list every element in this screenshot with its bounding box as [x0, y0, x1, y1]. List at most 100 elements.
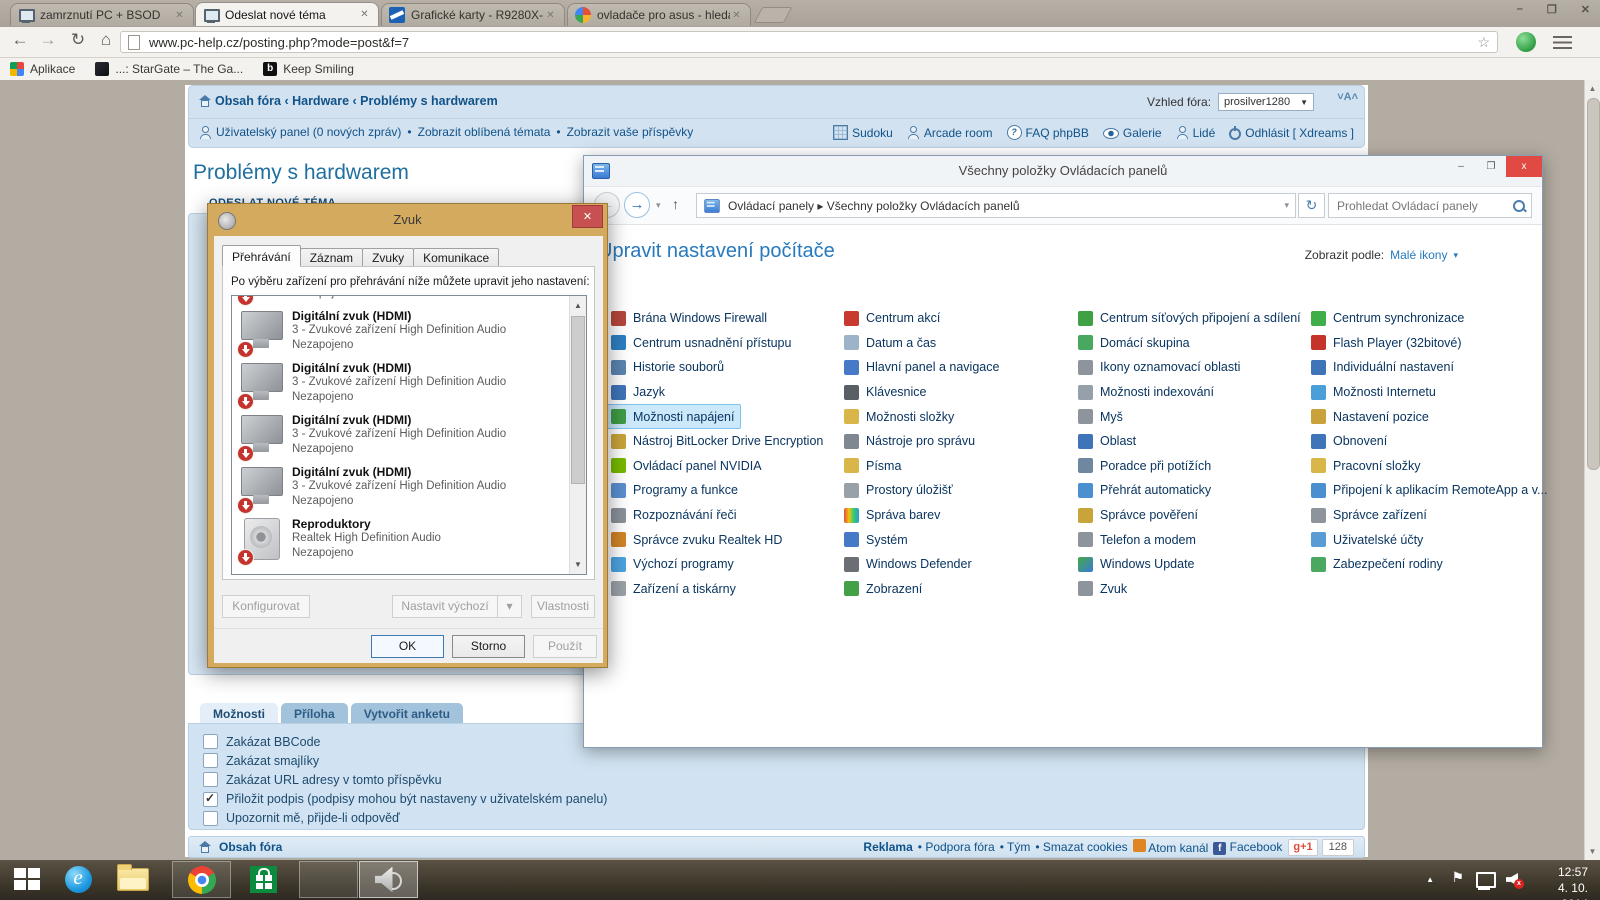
sound-dialog-tab[interactable]: Záznam: [300, 248, 363, 267]
control-panel-item[interactable]: Centrum synchronizace: [1304, 306, 1471, 331]
control-panel-item[interactable]: Brána Windows Firewall: [604, 306, 774, 331]
control-panel-item[interactable]: Klávesnice: [837, 380, 933, 405]
control-panel-item[interactable]: Zvuk: [1071, 577, 1134, 602]
control-panel-item[interactable]: Poradce při potížích: [1071, 454, 1218, 479]
control-panel-item[interactable]: Telefon a modem: [1071, 527, 1203, 552]
tab-close-icon[interactable]: [544, 10, 557, 21]
control-panel-item[interactable]: Ovládací panel NVIDIA: [604, 454, 769, 479]
control-panel-item[interactable]: Windows Update: [1071, 552, 1202, 577]
control-panel-item[interactable]: Jazyk: [604, 380, 672, 405]
tab-close-icon[interactable]: [730, 10, 743, 21]
forum-nav-link[interactable]: Lidé: [1176, 126, 1216, 140]
nav-up-button[interactable]: ↑: [672, 196, 679, 212]
google-plusone-button[interactable]: g+1: [1288, 839, 1317, 856]
scroll-down-icon[interactable]: ▼: [570, 560, 586, 569]
window-minimize-button[interactable]: –: [1446, 156, 1476, 177]
browser-tab[interactable]: ovladače pro asus - hledat: [567, 3, 751, 26]
control-panel-item[interactable]: Nástroje pro správu: [837, 429, 982, 454]
volume-muted-icon[interactable]: x: [1506, 871, 1524, 887]
browser-tab[interactable]: Grafické karty - R9280X-DC: [381, 3, 565, 26]
bookmark-item[interactable]: Aplikace: [10, 62, 75, 76]
taskbar-app-button[interactable]: [172, 861, 231, 898]
forum-nav-link[interactable]: Galerie: [1103, 126, 1162, 140]
control-panel-item[interactable]: Uživatelské účty: [1304, 527, 1430, 552]
tab-close-icon[interactable]: [358, 9, 371, 20]
forum-nav-link[interactable]: Odhlásit [ Xdreams ]: [1229, 126, 1354, 140]
control-panel-item[interactable]: Pracovní složky: [1304, 454, 1428, 479]
skin-select[interactable]: prosilver1280 ▼: [1218, 93, 1314, 111]
search-input[interactable]: [1335, 198, 1513, 214]
window-minimize-button[interactable]: –: [1517, 3, 1523, 15]
control-panel-item[interactable]: Možnosti Internetu: [1304, 380, 1443, 405]
tab-close-icon[interactable]: [173, 10, 186, 21]
taskbar-app-button[interactable]: [4, 861, 50, 898]
footer-link[interactable]: Smazat cookies: [1035, 840, 1127, 854]
taskbar-clock[interactable]: 12:57 4. 10. 2014: [1558, 864, 1588, 900]
control-panel-item[interactable]: Windows Defender: [837, 552, 979, 577]
reload-button[interactable]: ↻: [66, 30, 90, 50]
control-panel-item[interactable]: Zařízení a tiskárny: [604, 577, 743, 602]
playback-device-row[interactable]: Digitální zvuk (HDMI) 3 - Zvukové zaříze…: [232, 306, 569, 358]
scroll-up-icon[interactable]: ▲: [570, 301, 586, 310]
footer-home-link[interactable]: Obsah fóra: [219, 840, 282, 854]
footer-link[interactable]: Reklama: [863, 840, 912, 854]
chevron-down-icon[interactable]: ▾: [1284, 200, 1289, 211]
control-panel-search[interactable]: [1328, 193, 1532, 218]
control-panel-item[interactable]: Myš: [1071, 404, 1130, 429]
sound-dialog-tab[interactable]: Přehrávání: [222, 245, 301, 267]
posting-option-tab[interactable]: Možnosti: [200, 703, 278, 725]
bookmark-star-icon[interactable]: ☆: [1477, 34, 1490, 51]
sound-dialog-tab[interactable]: Zvuky: [362, 248, 414, 267]
forum-nav-link[interactable]: Zobrazit oblíbená témata: [401, 125, 550, 139]
properties-button[interactable]: Vlastnosti: [531, 595, 595, 618]
set-default-dropdown-button[interactable]: ▾: [497, 595, 522, 618]
configure-button[interactable]: Konfigurovat: [222, 595, 310, 618]
url-input[interactable]: [147, 34, 1477, 51]
window-close-button[interactable]: x: [1506, 156, 1542, 177]
playback-device-row[interactable]: Digitální zvuk (HDMI) 3 - Zvukové zaříze…: [232, 462, 569, 514]
control-panel-item[interactable]: Historie souborů: [604, 355, 731, 380]
apply-button[interactable]: Použít: [533, 635, 597, 658]
browser-menu-icon[interactable]: [1553, 36, 1572, 49]
footer-link[interactable]: Atom kanál: [1133, 839, 1209, 855]
window-close-button[interactable]: ✕: [1581, 3, 1590, 16]
window-maximize-button[interactable]: ❐: [1547, 3, 1557, 16]
playback-device-row[interactable]: Reproduktory Realtek High Definition Aud…: [232, 514, 569, 566]
checkbox[interactable]: [203, 811, 218, 826]
footer-link[interactable]: Facebook: [1213, 840, 1282, 855]
taskbar-app-button[interactable]: [56, 861, 100, 898]
nav-forward-button[interactable]: →: [624, 192, 650, 218]
posting-option-tab[interactable]: Vytvořit anketu: [351, 703, 463, 725]
control-panel-item[interactable]: Obnovení: [1304, 429, 1394, 454]
control-panel-item[interactable]: Programy a funkce: [604, 478, 745, 503]
refresh-button[interactable]: ↻: [1298, 193, 1325, 218]
control-panel-item[interactable]: Oblast: [1071, 429, 1143, 454]
dialog-close-button[interactable]: ✕: [572, 205, 603, 228]
network-icon[interactable]: [1476, 872, 1496, 888]
back-button[interactable]: ←: [8, 30, 32, 50]
cancel-button[interactable]: Storno: [452, 635, 525, 658]
control-panel-item[interactable]: Individuální nastavení: [1304, 355, 1461, 380]
control-panel-item[interactable]: Správa barev: [837, 503, 947, 528]
ok-button[interactable]: OK: [371, 635, 444, 658]
view-by-value[interactable]: Malé ikony: [1390, 248, 1447, 262]
forum-nav-link[interactable]: Sudoku: [833, 125, 893, 140]
control-panel-item[interactable]: Hlavní panel a navigace: [837, 355, 1006, 380]
breadcrumb[interactable]: Obsah fóra ‹ Hardware ‹ Problémy s hardw…: [199, 94, 498, 108]
checkbox[interactable]: [203, 792, 218, 807]
checkbox[interactable]: [203, 772, 218, 787]
control-panel-item[interactable]: Možnosti indexování: [1071, 380, 1221, 405]
control-panel-item[interactable]: Výchozí programy: [604, 552, 741, 577]
forum-nav-link[interactable]: FAQ phpBB: [1007, 125, 1089, 140]
bookmark-item[interactable]: ...: StarGate – The Ga...: [95, 62, 243, 76]
posting-option-tab[interactable]: Příloha: [281, 703, 348, 725]
control-panel-item[interactable]: Ikony oznamovací oblasti: [1071, 355, 1247, 380]
control-panel-item[interactable]: Flash Player (32bitové): [1304, 331, 1469, 356]
control-panel-item[interactable]: Správce zařízení: [1304, 503, 1434, 528]
control-panel-item[interactable]: Správce zvuku Realtek HD: [604, 527, 789, 552]
taskbar-app-button[interactable]: [108, 861, 158, 898]
text-resize-widget[interactable]: ˅A˄: [1337, 91, 1358, 103]
control-panel-item[interactable]: Zobrazení: [837, 577, 929, 602]
control-panel-item[interactable]: Připojení k aplikacím RemoteApp a v...: [1304, 478, 1544, 503]
control-panel-item[interactable]: Domácí skupina: [1071, 331, 1197, 356]
